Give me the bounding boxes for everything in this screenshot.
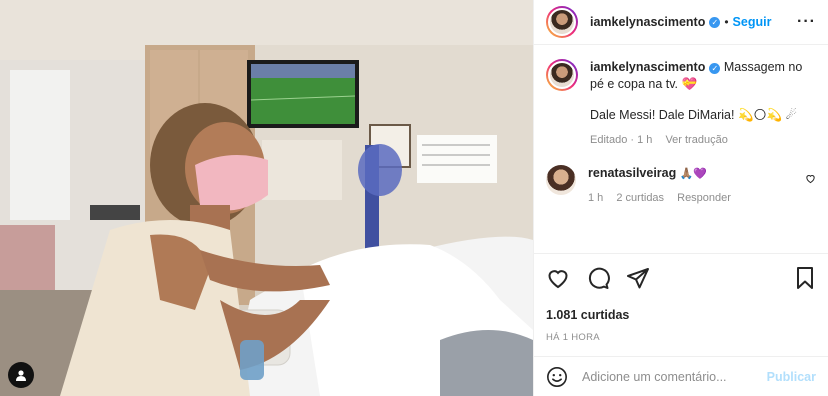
comment-meta: 1 h 2 curtidas Responder: [588, 190, 797, 207]
tagged-users-button[interactable]: [8, 362, 34, 388]
add-comment-bar: Publicar: [534, 356, 828, 396]
commenter-username[interactable]: renatasilveirag: [588, 166, 676, 180]
hospital-scene-image: [0, 0, 533, 396]
caption: iamkelynascimento ✓ Massagem no pé e copa…: [546, 59, 816, 149]
caption-username[interactable]: iamkelynascimento: [590, 60, 705, 74]
share-icon: [627, 268, 649, 289]
comments-section: iamkelynascimento ✓ Massagem no pé e copa…: [534, 45, 828, 253]
emoji-icon[interactable]: [546, 366, 568, 388]
share-button[interactable]: [626, 266, 650, 290]
publish-button[interactable]: Publicar: [767, 370, 816, 384]
save-button[interactable]: [794, 266, 816, 290]
see-translation-button[interactable]: Ver tradução: [665, 134, 727, 146]
post-actions-area: 1.081 curtidas HÁ 1 HORA: [534, 253, 828, 343]
caption-text: iamkelynascimento ✓ Massagem no pé e copa…: [590, 59, 816, 93]
comment-button[interactable]: [586, 266, 610, 290]
verified-badge-icon: ✓: [709, 16, 721, 28]
likes-count[interactable]: 1.081 curtidas: [546, 308, 816, 322]
post-header: iamkelynascimento ✓ • Seguir ···: [534, 0, 828, 45]
caption-edited: Editado · 1 h: [590, 134, 653, 146]
caption-meta: Editado · 1 h Ver tradução: [590, 132, 816, 149]
follow-button[interactable]: Seguir: [733, 15, 772, 29]
caption-line2: Dale Messi! Dale DiMaria! 💫🌕💫 ☄: [590, 108, 797, 122]
action-bar: [546, 264, 816, 292]
comment-heart-icon[interactable]: [805, 173, 816, 184]
user-tag-icon: [16, 370, 26, 381]
comment-body: 🙏🏽💜: [679, 167, 708, 180]
post-photo[interactable]: [0, 0, 533, 396]
comment-likes[interactable]: 2 curtidas: [616, 192, 664, 204]
more-options-button[interactable]: ···: [797, 13, 816, 31]
comment-text: renatasilveirag 🙏🏽💜: [588, 165, 797, 182]
comment-item: renatasilveirag 🙏🏽💜 1 h 2 curtidas Respo…: [546, 165, 816, 207]
author-avatar[interactable]: [546, 6, 578, 38]
author-username[interactable]: iamkelynascimento: [590, 15, 705, 29]
comment-icon: [588, 267, 610, 289]
like-button[interactable]: [546, 266, 570, 290]
reply-button[interactable]: Responder: [677, 192, 731, 204]
comment-time: 1 h: [588, 192, 604, 204]
commenter-avatar[interactable]: [546, 165, 576, 195]
post-timestamp[interactable]: HÁ 1 HORA: [546, 332, 816, 343]
bookmark-icon: [797, 267, 813, 289]
verified-badge-icon: ✓: [709, 63, 721, 74]
heart-icon: [548, 270, 568, 289]
post-side-panel: iamkelynascimento ✓ • Seguir ··· iamkely…: [533, 0, 828, 396]
comment-input[interactable]: [582, 369, 767, 384]
caption-author-avatar[interactable]: [546, 59, 578, 91]
header-separator: •: [724, 15, 729, 29]
